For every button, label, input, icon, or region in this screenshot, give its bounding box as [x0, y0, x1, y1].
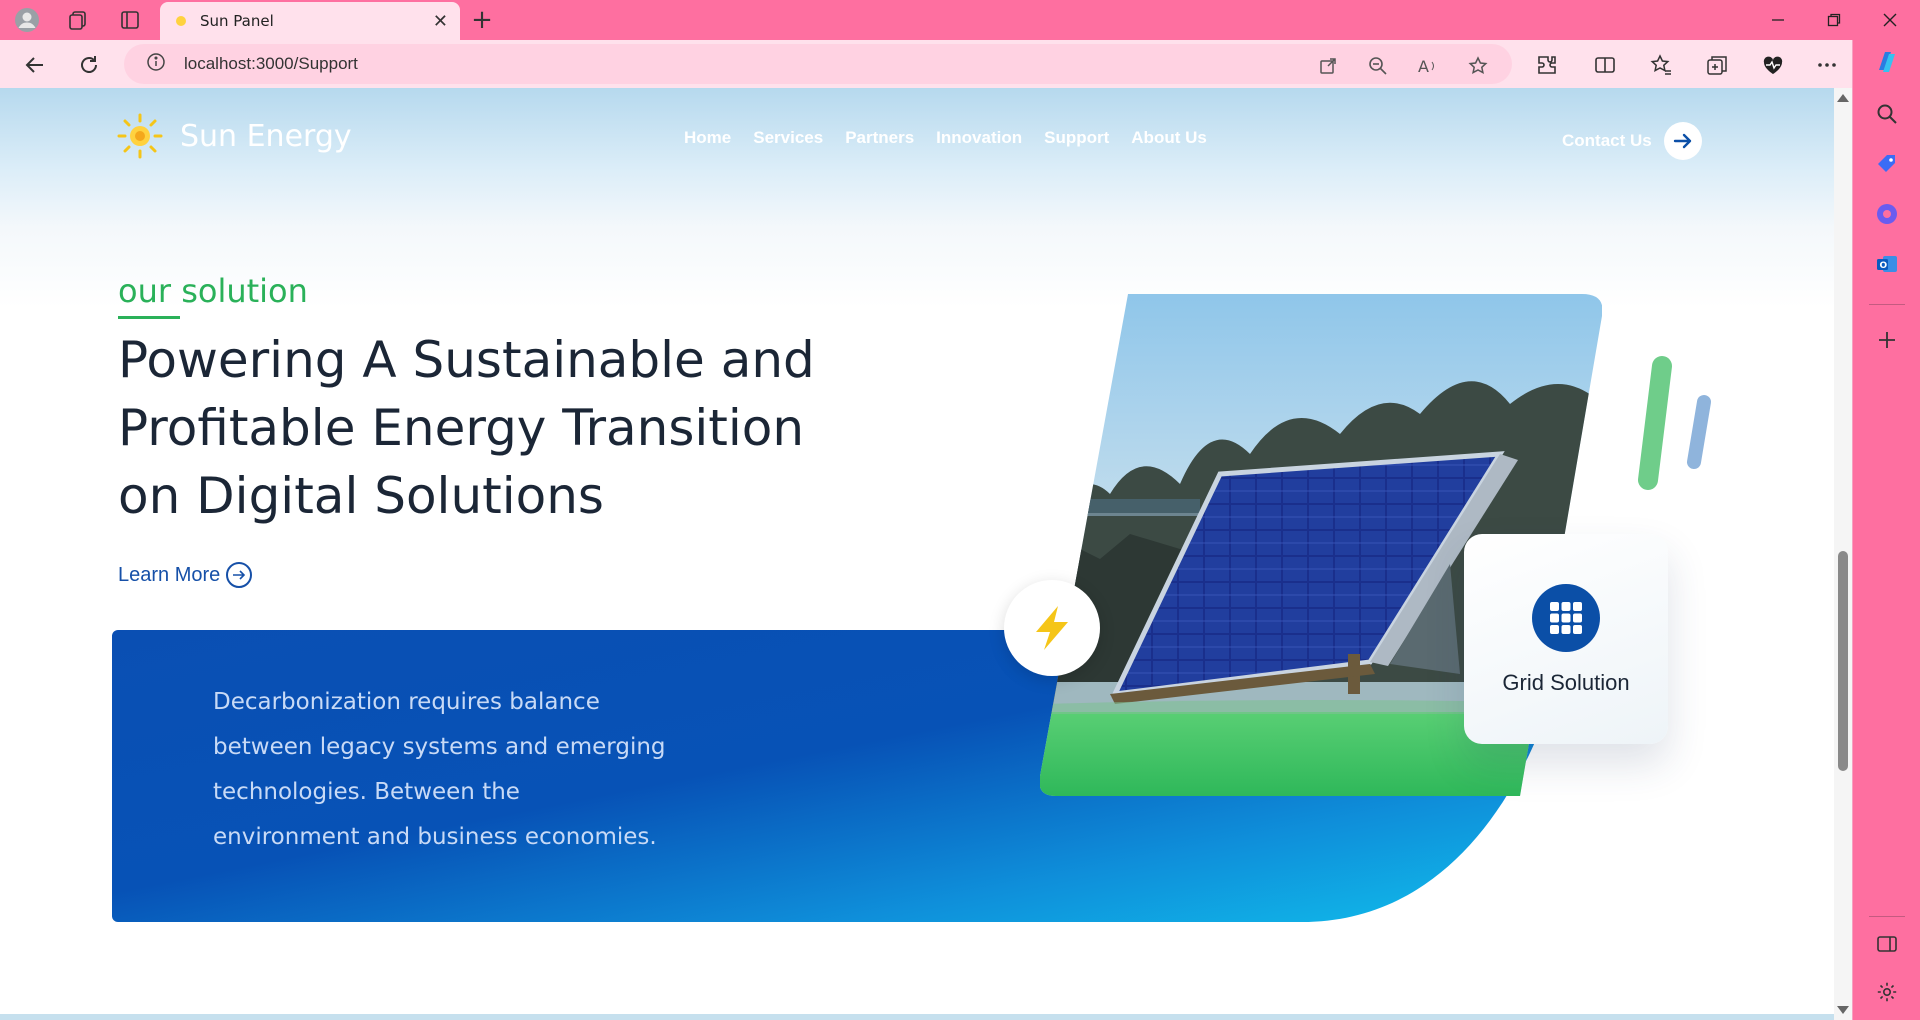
url-text: localhost:3000/Support — [184, 54, 358, 73]
learn-more-link[interactable]: Learn More — [118, 562, 253, 588]
active-tab[interactable]: Sun Panel ✕ — [160, 2, 460, 40]
back-icon[interactable] — [20, 50, 50, 80]
settings-gear-icon[interactable] — [1873, 978, 1901, 1006]
tab-favicon-icon — [176, 16, 186, 26]
learn-more-label: Learn More — [118, 563, 221, 586]
hero-headline: Powering A Sustainable and Profitable En… — [118, 331, 815, 525]
favorite-star-icon[interactable] — [1466, 54, 1490, 78]
favorites-icon[interactable] — [1646, 50, 1676, 80]
zoom-out-icon[interactable] — [1366, 54, 1390, 78]
new-tab-icon[interactable]: + — [468, 6, 496, 34]
decorative-bars — [1638, 356, 1711, 490]
m365-icon[interactable] — [1873, 200, 1901, 228]
site-info-icon[interactable] — [146, 52, 166, 76]
nav-partners[interactable]: Partners — [845, 128, 914, 148]
browser-tab-bar: Sun Panel ✕ + — [0, 0, 1920, 40]
more-options-icon[interactable] — [1812, 50, 1842, 80]
sun-logo-icon — [117, 113, 163, 159]
close-window-icon[interactable] — [1870, 6, 1910, 34]
eyebrow-underline — [118, 316, 180, 319]
contact-us-button[interactable]: Contact Us — [1562, 122, 1702, 160]
hide-sidebar-icon[interactable] — [1873, 930, 1901, 958]
section-eyebrow: our solution — [118, 272, 308, 310]
grid-solution-card[interactable]: Grid Solution — [1464, 534, 1668, 744]
collections-icon[interactable] — [1702, 50, 1732, 80]
sidebar-divider — [1869, 304, 1905, 305]
open-in-app-icon[interactable] — [1316, 54, 1340, 78]
close-tab-icon[interactable]: ✕ — [433, 11, 448, 32]
minimize-icon[interactable] — [1758, 6, 1798, 34]
band-description: Decarbonization requires balance between… — [213, 689, 666, 850]
performance-heart-icon[interactable] — [1758, 50, 1788, 80]
profile-avatar-icon[interactable] — [13, 6, 41, 34]
read-aloud-icon[interactable]: A — [1416, 54, 1440, 78]
section-bottom-edge — [0, 1014, 1834, 1020]
scrollbar-thumb[interactable] — [1838, 551, 1848, 771]
refresh-icon[interactable] — [74, 50, 104, 80]
main-nav: Home Services Partners Innovation Suppor… — [684, 128, 1207, 148]
lightning-badge — [1004, 580, 1100, 676]
extensions-icon[interactable] — [1532, 50, 1562, 80]
copilot-icon[interactable] — [1873, 48, 1901, 76]
nav-support[interactable]: Support — [1044, 128, 1109, 148]
lightning-bolt-icon — [1036, 606, 1068, 650]
tab-title: Sun Panel — [200, 12, 274, 30]
address-field[interactable]: localhost:3000/Support A — [124, 44, 1512, 84]
scroll-up-arrow-icon[interactable] — [1837, 94, 1849, 102]
svg-text:O: O — [1880, 261, 1888, 271]
restore-icon[interactable] — [1814, 6, 1854, 34]
page-scrollbar[interactable] — [1834, 88, 1852, 1020]
split-screen-icon[interactable] — [1590, 50, 1620, 80]
workspaces-icon[interactable] — [64, 6, 92, 34]
contact-us-label: Contact Us — [1562, 131, 1652, 150]
scroll-down-arrow-icon[interactable] — [1837, 1006, 1849, 1014]
tab-actions-icon[interactable] — [116, 6, 144, 34]
browser-sidebar: O — [1852, 40, 1920, 1020]
grid-icon — [1532, 584, 1600, 652]
site-logo[interactable]: Sun Energy — [116, 112, 352, 160]
shopping-tag-icon[interactable] — [1873, 150, 1901, 178]
add-sidebar-app-icon[interactable] — [1873, 326, 1901, 354]
grid-solution-label: Grid Solution — [1502, 670, 1630, 695]
nav-home[interactable]: Home — [684, 128, 731, 148]
svg-text:A: A — [1418, 57, 1429, 76]
arrow-circle-icon — [226, 562, 253, 588]
nav-about-us[interactable]: About Us — [1131, 128, 1207, 148]
page-viewport: Sun Energy Home Services Partners Innova… — [0, 88, 1852, 1020]
nav-services[interactable]: Services — [753, 128, 823, 148]
brand-name: Sun Energy — [180, 118, 352, 154]
search-icon[interactable] — [1873, 100, 1901, 128]
arrow-right-icon — [1663, 122, 1702, 160]
sidebar-divider-bottom — [1869, 916, 1905, 917]
outlook-icon[interactable]: O — [1873, 250, 1901, 278]
address-bar-row: localhost:3000/Support A — [0, 40, 1920, 88]
nav-innovation[interactable]: Innovation — [936, 128, 1022, 148]
